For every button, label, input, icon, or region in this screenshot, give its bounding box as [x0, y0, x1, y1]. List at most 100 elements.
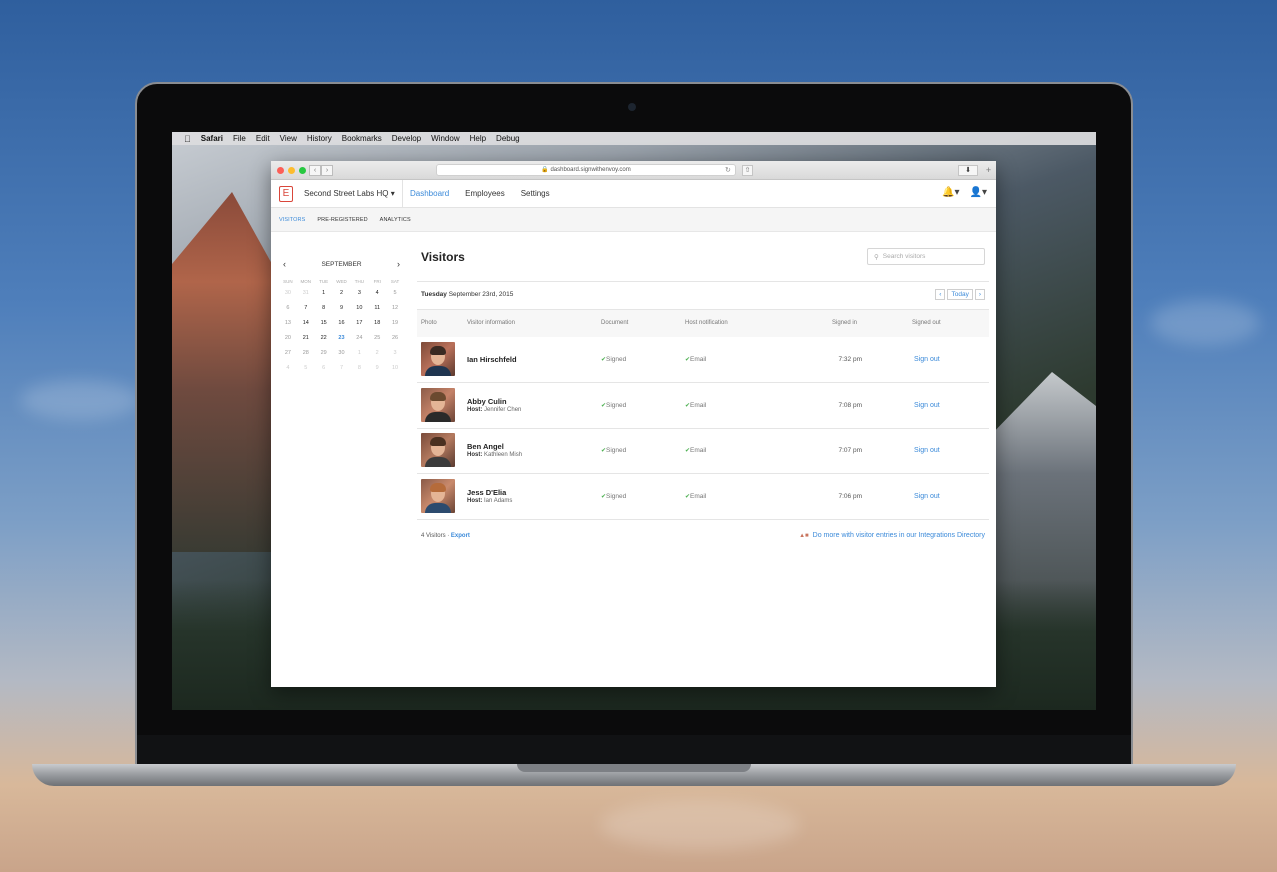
calendar-day[interactable]: 30: [333, 350, 351, 356]
apple-icon[interactable]: : [184, 134, 191, 144]
zoom-window-button[interactable]: [299, 167, 306, 174]
sign-out-link[interactable]: Sign out: [914, 493, 940, 500]
table-row[interactable]: Abby Culin Host: Jennifer Chen ✔Signed ✔Ema…: [417, 383, 989, 429]
visitor-photo[interactable]: [421, 433, 455, 467]
calendar-days: 30 31 1 2 3 4 5 6 7 8 9 10 11 12 13 14 15 16 17 18 19 20 21 22 2…: [279, 290, 404, 371]
sign-out-link[interactable]: Sign out: [914, 447, 940, 454]
sign-out-link[interactable]: Sign out: [914, 356, 940, 363]
calendar-day[interactable]: 6: [315, 365, 333, 371]
nav-dashboard[interactable]: Dashboard: [410, 189, 449, 198]
visitor-name[interactable]: Jess D'Elia: [467, 488, 506, 497]
integrations-icon: ▲■: [799, 532, 809, 539]
calendar-day[interactable]: 6: [279, 305, 297, 311]
calendar-day[interactable]: 17: [350, 320, 368, 326]
menu-app-name[interactable]: Safari: [201, 134, 223, 143]
calendar-day[interactable]: 26: [386, 335, 404, 341]
today-button[interactable]: Today: [947, 289, 973, 300]
calendar-day[interactable]: 7: [297, 305, 315, 311]
calendar-day[interactable]: 4: [279, 365, 297, 371]
reload-icon[interactable]: ↻: [725, 166, 731, 174]
menu-file[interactable]: File: [233, 134, 246, 143]
user-icon[interactable]: 👤▾: [970, 187, 987, 198]
nav-settings[interactable]: Settings: [521, 189, 550, 198]
menu-edit[interactable]: Edit: [256, 134, 270, 143]
calendar-day[interactable]: 8: [315, 305, 333, 311]
calendar-day[interactable]: 29: [315, 350, 333, 356]
calendar-day[interactable]: 28: [297, 350, 315, 356]
calendar-day[interactable]: 10: [350, 305, 368, 311]
calendar-day[interactable]: 16: [333, 320, 351, 326]
address-bar[interactable]: 🔒 dashboard.signwithenvoy.com: [436, 164, 736, 176]
calendar-day[interactable]: 3: [350, 290, 368, 296]
export-link[interactable]: Export: [451, 533, 470, 539]
calendar-day[interactable]: 31: [297, 290, 315, 296]
menu-window[interactable]: Window: [431, 134, 459, 143]
calendar-day[interactable]: 11: [368, 305, 386, 311]
calendar-day[interactable]: 1: [315, 290, 333, 296]
sign-out-link[interactable]: Sign out: [914, 402, 940, 409]
visitor-name[interactable]: Ian Hirschfeld: [467, 355, 517, 364]
calendar-day[interactable]: 9: [368, 365, 386, 371]
visitor-photo[interactable]: [421, 342, 455, 376]
table-row[interactable]: Jess D'Elia Host: Ian Adams ✔Signed ✔Email 7…: [417, 474, 989, 520]
minimize-window-button[interactable]: [288, 167, 295, 174]
menu-bookmarks[interactable]: Bookmarks: [342, 134, 382, 143]
back-icon[interactable]: ‹: [309, 165, 321, 176]
envoy-logo[interactable]: E: [279, 186, 293, 202]
calendar-day[interactable]: 5: [297, 365, 315, 371]
search-input[interactable]: ⚲ Search visitors: [867, 248, 985, 265]
calendar-day[interactable]: 30: [279, 290, 297, 296]
calendar-day[interactable]: 2: [368, 350, 386, 356]
calendar-day[interactable]: 21: [297, 335, 315, 341]
calendar-day[interactable]: 25: [368, 335, 386, 341]
calendar-day[interactable]: 4: [368, 290, 386, 296]
calendar-day[interactable]: 2: [333, 290, 351, 296]
download-icon[interactable]: ⬇: [958, 165, 978, 176]
visitor-photo[interactable]: [421, 478, 455, 513]
calendar-day[interactable]: 9: [333, 305, 351, 311]
calendar-day[interactable]: 12: [386, 305, 404, 311]
date-next-button[interactable]: ›: [974, 289, 985, 300]
org-switcher[interactable]: Second Street Labs HQ ▾: [304, 189, 395, 198]
visitor-photo[interactable]: [421, 387, 455, 422]
close-window-button[interactable]: [277, 167, 284, 174]
calendar-day[interactable]: 5: [386, 290, 404, 296]
table-row[interactable]: Ian Hirschfeld ✔Signed ✔Email 7:32 pm Sign o…: [417, 337, 989, 383]
bell-icon[interactable]: 🔔▾: [942, 187, 959, 198]
calendar-day[interactable]: 13: [279, 320, 297, 326]
calendar-day[interactable]: 19: [386, 320, 404, 326]
calendar-day[interactable]: 10: [386, 365, 404, 371]
calendar-day[interactable]: 18: [368, 320, 386, 326]
calendar-day[interactable]: 23: [333, 335, 351, 341]
calendar-day[interactable]: 7: [333, 365, 351, 371]
share-icon[interactable]: ⇧: [742, 165, 753, 176]
menu-view[interactable]: View: [280, 134, 297, 143]
menu-debug[interactable]: Debug: [496, 134, 520, 143]
calendar-day[interactable]: 20: [279, 335, 297, 341]
calendar-day[interactable]: 22: [315, 335, 333, 341]
calendar-day[interactable]: 1: [350, 350, 368, 356]
calendar-day[interactable]: 27: [279, 350, 297, 356]
menu-help[interactable]: Help: [470, 134, 486, 143]
cloud: [1150, 300, 1260, 345]
calendar-prev-icon[interactable]: ‹: [283, 259, 286, 269]
tab-analytics[interactable]: ANALYTICS: [380, 217, 411, 223]
forward-icon[interactable]: ›: [321, 165, 333, 176]
menu-history[interactable]: History: [307, 134, 332, 143]
visitor-name[interactable]: Abby Culin: [467, 397, 507, 406]
tab-visitors[interactable]: VISITORS: [279, 217, 305, 223]
new-tab-icon[interactable]: +: [983, 165, 994, 176]
date-prev-button[interactable]: ‹: [935, 289, 946, 300]
visitor-name[interactable]: Ben Angel: [467, 442, 504, 451]
nav-employees[interactable]: Employees: [465, 189, 505, 198]
calendar-day[interactable]: 3: [386, 350, 404, 356]
calendar-next-icon[interactable]: ›: [397, 259, 400, 269]
calendar-day[interactable]: 14: [297, 320, 315, 326]
calendar-day[interactable]: 8: [350, 365, 368, 371]
menu-develop[interactable]: Develop: [392, 134, 421, 143]
table-row[interactable]: Ben Angel Host: Kathleen Mish ✔Signed ✔Emai…: [417, 428, 989, 474]
integrations-link[interactable]: ▲■ Do more with visitor entries in our I…: [799, 532, 985, 539]
calendar-day[interactable]: 15: [315, 320, 333, 326]
calendar-day[interactable]: 24: [350, 335, 368, 341]
tab-pre-registered[interactable]: PRE-REGISTERED: [317, 217, 367, 223]
